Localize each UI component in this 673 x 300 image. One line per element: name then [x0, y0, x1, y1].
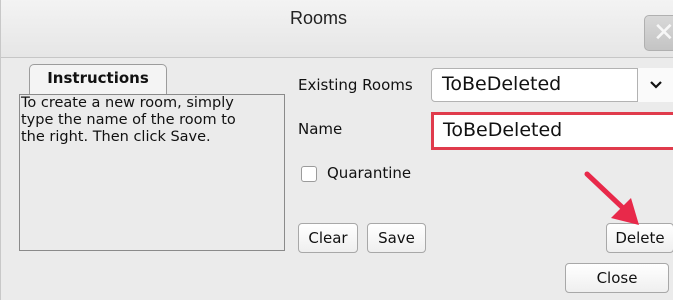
- instructions-line: type the name of the room to: [21, 112, 236, 128]
- arrow-annotation-icon: [584, 171, 639, 225]
- name-input-value: ToBeDeleted: [443, 119, 563, 141]
- name-input[interactable]: ToBeDeleted: [431, 112, 673, 150]
- dropdown-button[interactable]: [637, 68, 673, 102]
- instructions-line: To create a new room, simply: [21, 95, 234, 111]
- instructions-text: To create a new room, simply type the na…: [21, 95, 283, 146]
- chevron-down-icon: [650, 80, 662, 89]
- save-button[interactable]: Save: [367, 223, 426, 253]
- name-label: Name: [298, 120, 343, 138]
- tab-instructions[interactable]: Instructions: [29, 64, 167, 94]
- clear-button[interactable]: Clear: [298, 223, 358, 253]
- title-bar: Rooms ✕: [1, 0, 673, 58]
- window-title: Rooms: [290, 8, 348, 28]
- window-close-button[interactable]: ✕: [644, 15, 673, 51]
- instructions-line: the right. Then click Save.: [21, 129, 211, 145]
- quarantine-label: Quarantine: [327, 164, 412, 182]
- close-icon: ✕: [653, 18, 673, 48]
- close-button[interactable]: Close: [565, 263, 669, 293]
- existing-rooms-label: Existing Rooms: [298, 76, 413, 94]
- existing-rooms-value: ToBeDeleted: [442, 73, 562, 95]
- rooms-dialog: Rooms ✕ Instructions To create a new roo…: [0, 0, 673, 300]
- quarantine-checkbox[interactable]: [301, 166, 317, 182]
- existing-rooms-select[interactable]: ToBeDeleted: [431, 68, 673, 102]
